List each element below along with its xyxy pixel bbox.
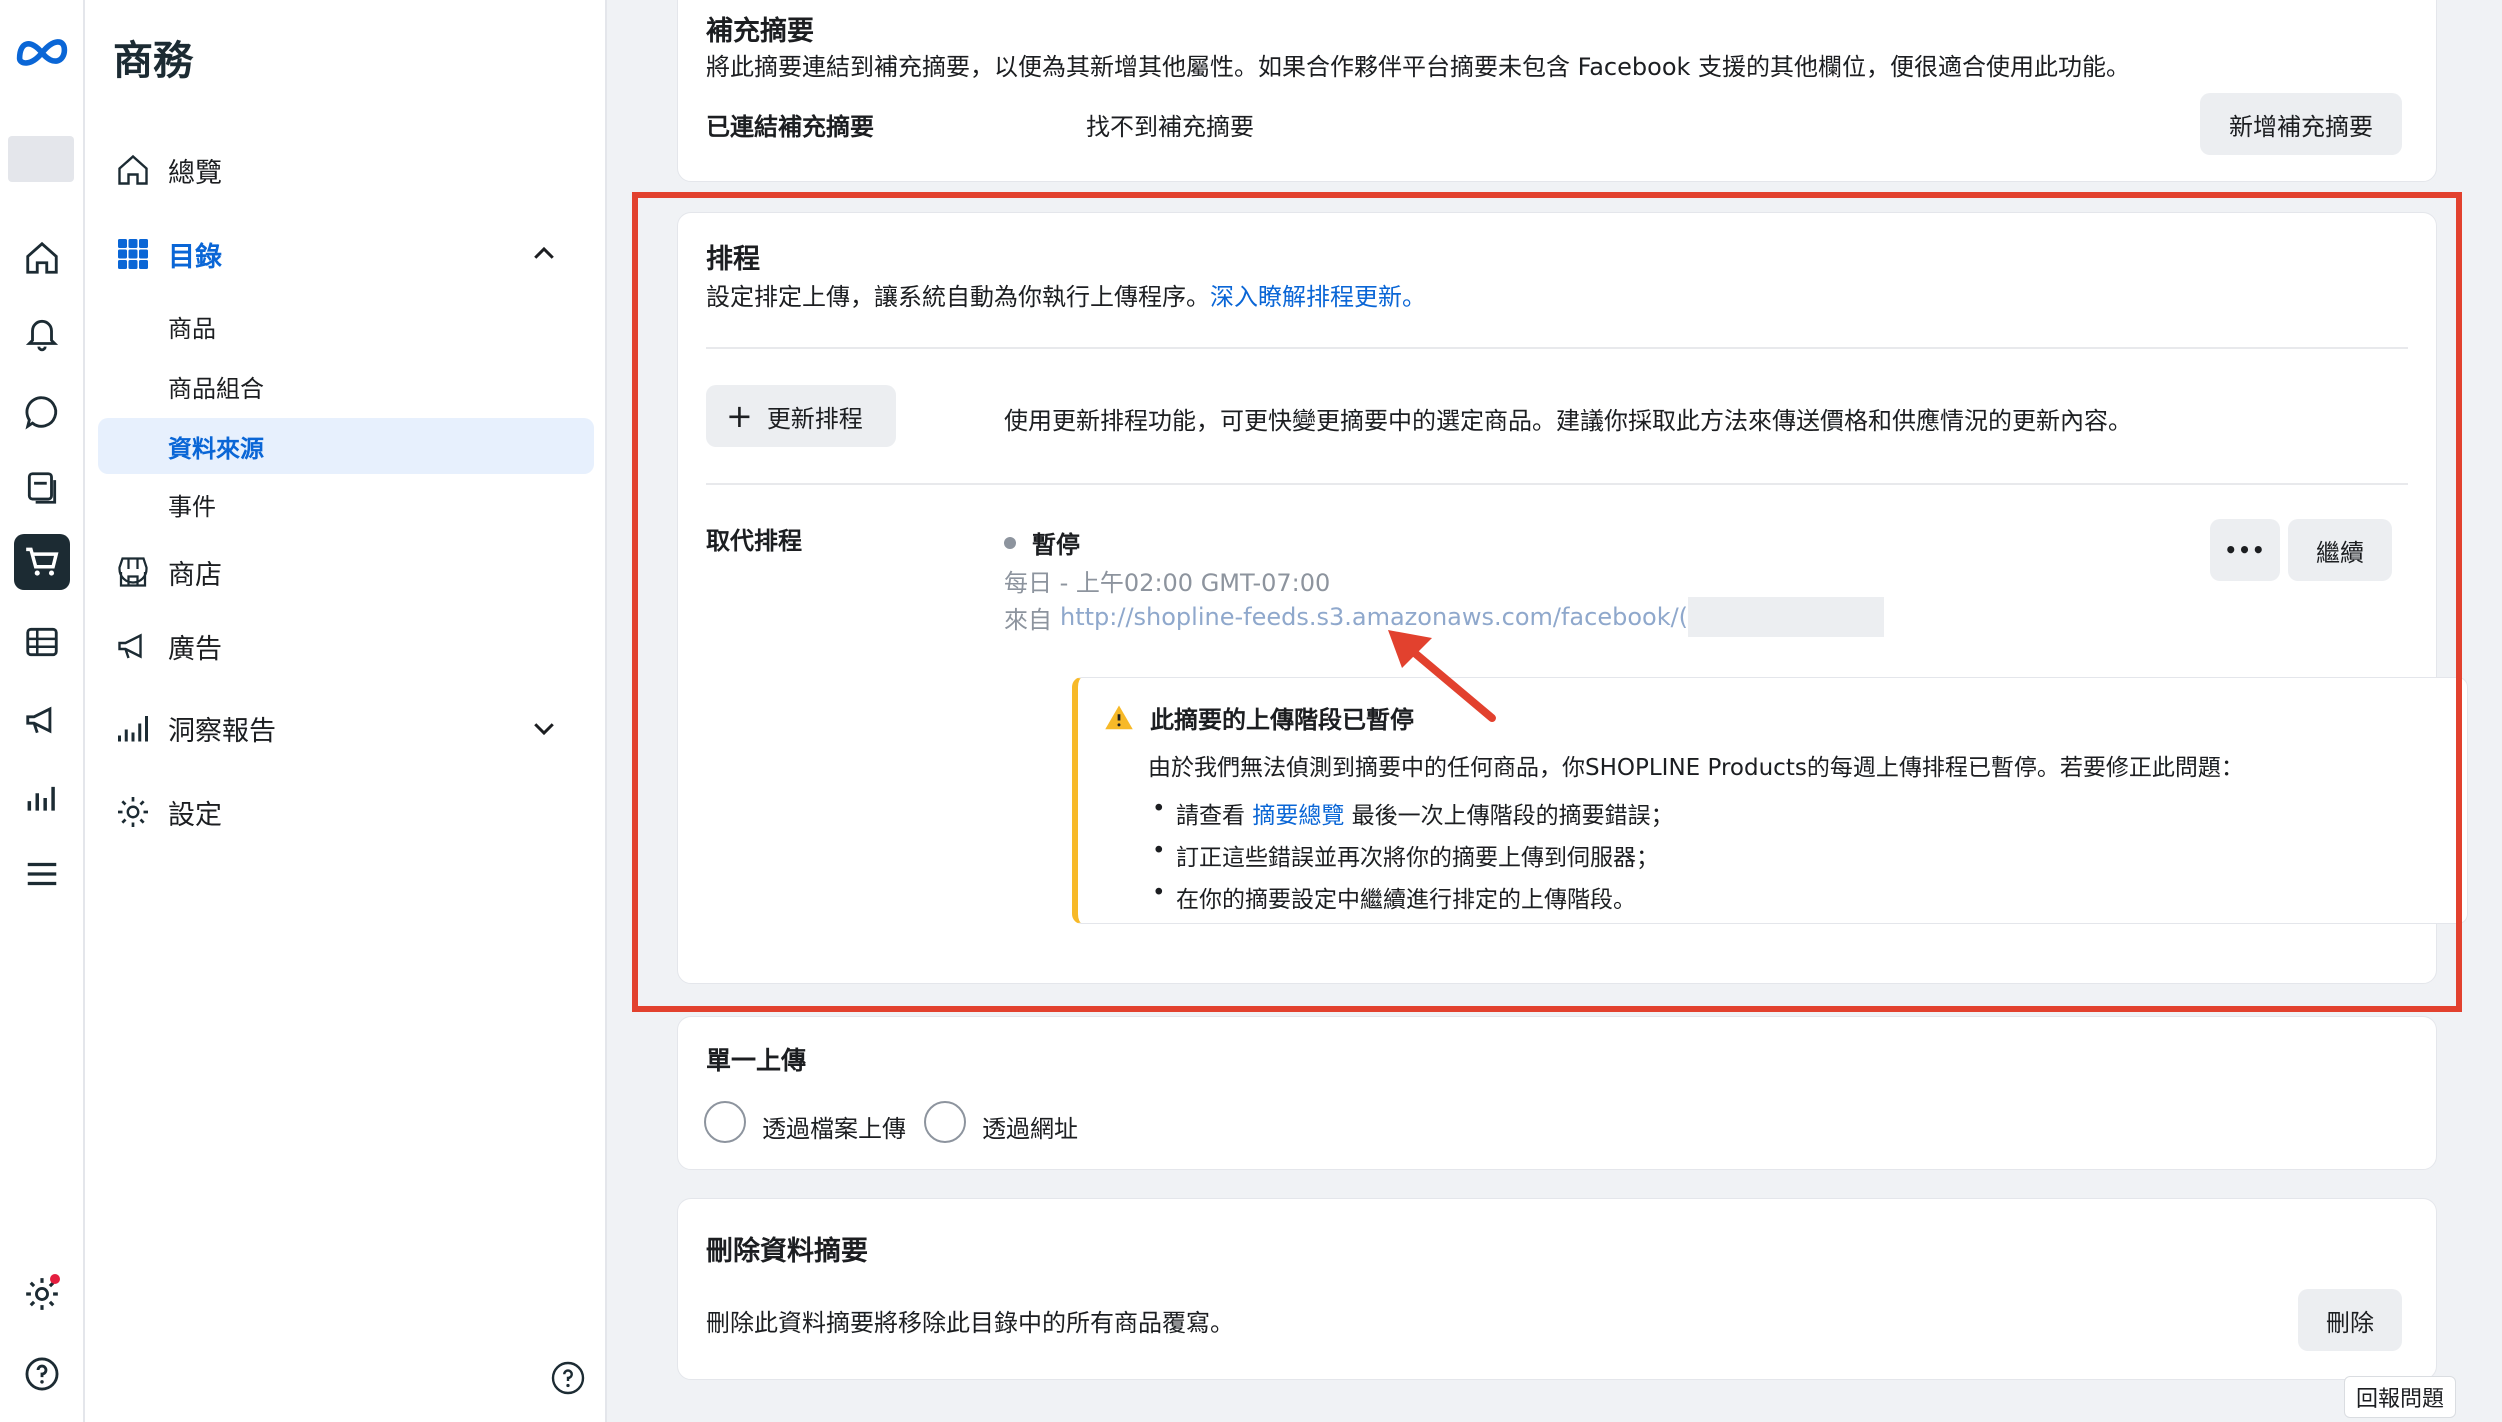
- section-description: 刪除此資料摘要將移除此目錄中的所有商品覆寫。: [706, 1309, 1234, 1337]
- sidebar-subitem-label: 商品組合: [168, 374, 264, 403]
- meta-logo-icon[interactable]: [14, 22, 70, 78]
- notification-dot: [50, 1274, 60, 1284]
- megaphone-icon[interactable]: [14, 692, 70, 748]
- chat-bubble-icon[interactable]: [14, 384, 70, 440]
- report-problem-button[interactable]: 回報問題: [2344, 1376, 2456, 1418]
- bar-chart-icon[interactable]: [14, 770, 70, 826]
- chevron-down-icon[interactable]: [529, 713, 559, 743]
- help-icon[interactable]: [14, 1346, 70, 1402]
- sidebar-item-insights[interactable]: 洞察報告: [85, 706, 607, 750]
- section-description: 將此摘要連結到補充摘要，以便為其新增其他屬性。如果合作夥伴平台摘要未包含 Fac…: [706, 53, 2131, 81]
- upload-url-label: 透過網址: [982, 1115, 1078, 1143]
- commerce-sidebar: 商務 總覽 目錄 商品 商品組合 資料來源 事件 商店 廣告 洞察報告 設定: [85, 0, 607, 1422]
- upload-url-radio[interactable]: [924, 1101, 966, 1143]
- sidebar-subitem-label: 事件: [168, 492, 216, 521]
- sidebar-item-shop[interactable]: 商店: [85, 550, 607, 594]
- sidebar-item-label: 洞察報告: [168, 715, 276, 747]
- annotation-arrow-icon: [1388, 630, 1496, 722]
- sidebar-item-overview[interactable]: 總覽: [85, 148, 607, 192]
- grid-apps-icon: [113, 234, 153, 274]
- notification-bell-icon[interactable]: [14, 306, 70, 362]
- sidebar-item-label: 商店: [168, 559, 222, 591]
- sidebar-title: 商務: [113, 38, 193, 84]
- megaphone-icon: [113, 626, 153, 666]
- upload-file-radio[interactable]: [704, 1101, 746, 1143]
- storefront-icon: [113, 552, 153, 592]
- supplement-feed-card: 補充摘要 將此摘要連結到補充摘要，以便為其新增其他屬性。如果合作夥伴平台摘要未包…: [677, 0, 2437, 182]
- sidebar-subitem-events[interactable]: 事件: [98, 476, 594, 532]
- sidebar-item-label: 總覽: [168, 157, 222, 189]
- sidebar-item-catalog[interactable]: 目錄: [85, 232, 607, 276]
- help-circle-icon[interactable]: [550, 1360, 586, 1396]
- table-grid-icon[interactable]: [14, 614, 70, 670]
- delete-feed-card: 刪除資料摘要 刪除此資料摘要將移除此目錄中的所有商品覆寫。 刪除: [677, 1198, 2437, 1380]
- linked-supplement-value: 找不到補充摘要: [1086, 113, 1254, 141]
- sidebar-item-settings[interactable]: 設定: [85, 790, 607, 834]
- sidebar-subitem-data-sources[interactable]: 資料來源: [98, 418, 594, 474]
- commerce-cart-icon[interactable]: [14, 534, 70, 590]
- sidebar-subitem-label: 資料來源: [168, 434, 264, 463]
- section-title: 刪除資料摘要: [706, 1236, 868, 1267]
- menu-hamburger-icon[interactable]: [14, 846, 70, 902]
- sidebar-subitem-product-sets[interactable]: 商品組合: [98, 358, 594, 414]
- add-supplement-button[interactable]: 新增補充摘要: [2200, 93, 2402, 155]
- sidebar-item-label: 設定: [168, 799, 222, 831]
- sidebar-subitem-label: 商品: [168, 314, 216, 343]
- chevron-up-icon[interactable]: [529, 239, 559, 269]
- single-upload-card: 單一上傳 透過檔案上傳 透過網址: [677, 1016, 2437, 1170]
- highlight-annotation-box: [632, 192, 2462, 1012]
- settings-gear-icon[interactable]: [14, 1266, 70, 1322]
- global-nav-rail: [0, 0, 85, 1422]
- section-title: 單一上傳: [706, 1046, 807, 1075]
- sidebar-item-ads[interactable]: 廣告: [85, 624, 607, 668]
- sidebar-item-label: 目錄: [168, 241, 222, 273]
- pages-icon[interactable]: [14, 460, 70, 516]
- delete-button[interactable]: 刪除: [2298, 1289, 2402, 1351]
- home-outline-icon: [113, 150, 153, 190]
- home-icon[interactable]: [14, 230, 70, 286]
- linked-supplement-label: 已連結補充摘要: [706, 113, 874, 141]
- section-title: 補充摘要: [706, 16, 814, 47]
- upload-file-label: 透過檔案上傳: [762, 1115, 906, 1143]
- account-avatar[interactable]: [8, 136, 74, 182]
- bar-chart-icon: [113, 708, 153, 748]
- sidebar-subitem-products[interactable]: 商品: [98, 298, 594, 354]
- gear-icon: [113, 792, 153, 832]
- sidebar-item-label: 廣告: [168, 633, 222, 665]
